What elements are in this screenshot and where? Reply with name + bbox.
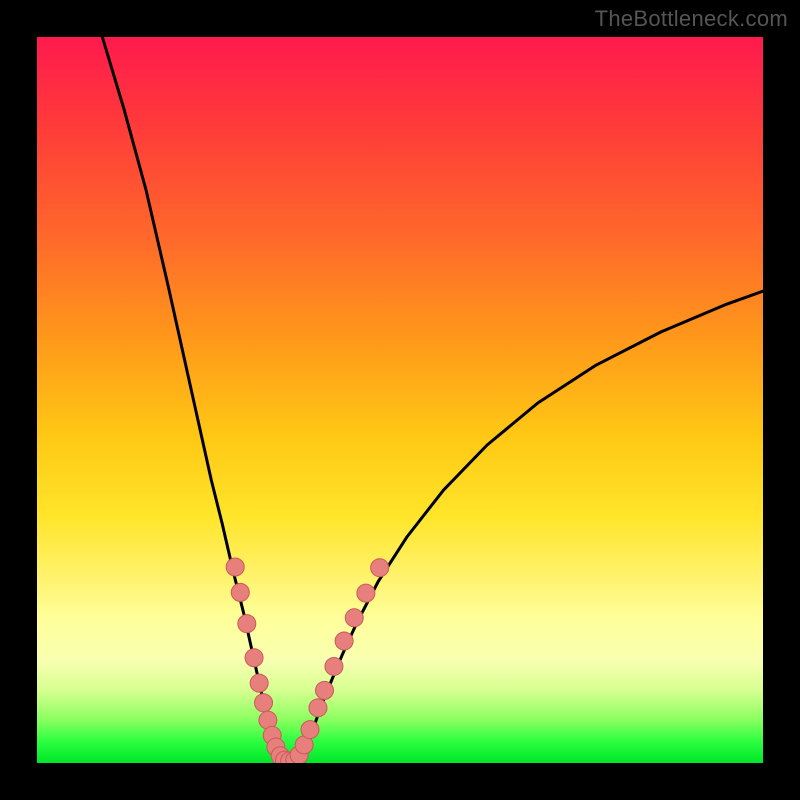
plot-area bbox=[37, 37, 763, 763]
curve-markers bbox=[226, 558, 388, 763]
curve-marker bbox=[345, 609, 363, 627]
curve-marker bbox=[309, 699, 327, 717]
curve-marker bbox=[226, 558, 244, 576]
curve-marker bbox=[357, 584, 375, 602]
curve-marker bbox=[238, 615, 256, 633]
bottleneck-curve bbox=[102, 37, 763, 762]
curve-marker bbox=[371, 559, 389, 577]
curve-marker bbox=[250, 674, 268, 692]
chart-frame: TheBottleneck.com bbox=[0, 0, 800, 800]
curve-marker bbox=[231, 583, 249, 601]
curve-marker bbox=[316, 681, 334, 699]
watermark-text: TheBottleneck.com bbox=[595, 6, 788, 32]
chart-svg bbox=[37, 37, 763, 763]
curve-marker bbox=[325, 657, 343, 675]
curve-marker bbox=[255, 694, 273, 712]
curve-marker bbox=[335, 632, 353, 650]
curve-marker bbox=[245, 649, 263, 667]
curve-marker bbox=[301, 721, 319, 739]
